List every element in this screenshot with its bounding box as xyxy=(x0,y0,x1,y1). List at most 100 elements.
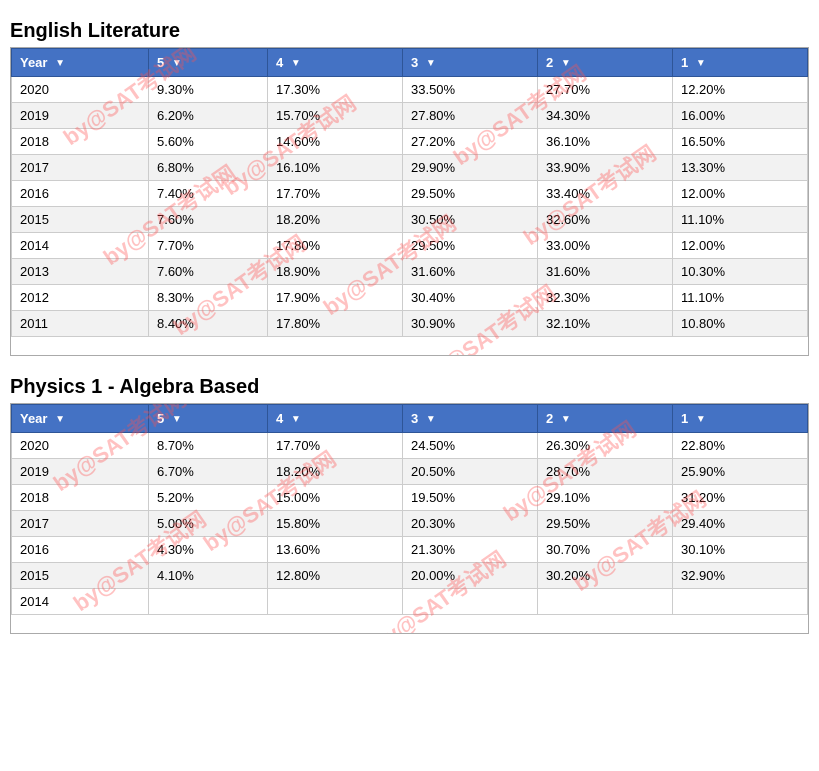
table-cell: 17.80% xyxy=(268,233,403,259)
4-filter-icon[interactable]: ▼ xyxy=(291,58,301,69)
table-cell: 31.60% xyxy=(537,259,672,285)
table-cell: 6.80% xyxy=(148,155,267,181)
table-cell: 12.00% xyxy=(672,181,807,207)
en-col-4[interactable]: 4 ▼ xyxy=(268,49,403,77)
table-cell: 18.20% xyxy=(268,207,403,233)
english-literature-section: English Literature by@SAT考试网 by@SAT考试网 b… xyxy=(10,20,809,356)
table-cell: 34.30% xyxy=(537,103,672,129)
table-cell: 17.90% xyxy=(268,285,403,311)
table-cell: 29.50% xyxy=(403,233,538,259)
table-row: 20208.70%17.70%24.50%26.30%22.80% xyxy=(12,433,808,459)
table-cell: 30.90% xyxy=(403,311,538,337)
table-cell: 30.50% xyxy=(403,207,538,233)
table-cell: 27.70% xyxy=(537,77,672,103)
table-cell: 26.30% xyxy=(537,433,672,459)
table-cell: 33.90% xyxy=(537,155,672,181)
table-cell: 21.30% xyxy=(403,537,538,563)
table-cell: 6.20% xyxy=(148,103,267,129)
3-filter-icon[interactable]: ▼ xyxy=(426,58,436,69)
table-cell: 11.10% xyxy=(672,207,807,233)
table-row: 20176.80%16.10%29.90%33.90%13.30% xyxy=(12,155,808,181)
ph-col-3[interactable]: 3 ▼ xyxy=(403,405,538,433)
physics-section: Physics 1 - Algebra Based by@SAT考试网 by@S… xyxy=(10,376,809,634)
table-row: 20154.10%12.80%20.00%30.20%32.90% xyxy=(12,563,808,589)
table-cell: 16.00% xyxy=(672,103,807,129)
2-filter-icon[interactable]: ▼ xyxy=(561,58,571,69)
table-cell: 7.60% xyxy=(148,207,267,233)
table-cell: 4.30% xyxy=(148,537,267,563)
english-header-row: Year ▼ 5 ▼ 4 ▼ 3 ▼ 2 ▼ 1 ▼ xyxy=(12,49,808,77)
english-literature-title: English Literature xyxy=(10,20,809,43)
en-col-3[interactable]: 3 ▼ xyxy=(403,49,538,77)
table-cell: 16.10% xyxy=(268,155,403,181)
table-row: 20185.60%14.60%27.20%36.10%16.50% xyxy=(12,129,808,155)
en-col-year[interactable]: Year ▼ xyxy=(12,49,149,77)
physics-title: Physics 1 - Algebra Based xyxy=(10,376,809,399)
ph-col-1[interactable]: 1 ▼ xyxy=(672,405,807,433)
table-cell: 2018 xyxy=(12,129,149,155)
table-cell: 18.20% xyxy=(268,459,403,485)
table-row: 20209.30%17.30%33.50%27.70%12.20% xyxy=(12,77,808,103)
table-cell: 29.50% xyxy=(537,511,672,537)
table-cell: 8.70% xyxy=(148,433,267,459)
table-cell: 36.10% xyxy=(537,129,672,155)
table-row: 20164.30%13.60%21.30%30.70%30.10% xyxy=(12,537,808,563)
table-cell: 7.70% xyxy=(148,233,267,259)
table-cell: 17.80% xyxy=(268,311,403,337)
table-cell: 13.30% xyxy=(672,155,807,181)
table-cell: 29.10% xyxy=(537,485,672,511)
ph-col-2[interactable]: 2 ▼ xyxy=(537,405,672,433)
ph-col-5[interactable]: 5 ▼ xyxy=(148,405,267,433)
table-row: 20157.60%18.20%30.50%32.60%11.10% xyxy=(12,207,808,233)
table-cell: 30.20% xyxy=(537,563,672,589)
ph-year-filter-icon[interactable]: ▼ xyxy=(55,414,65,425)
ph-3-filter-icon[interactable]: ▼ xyxy=(426,414,436,425)
table-cell: 13.60% xyxy=(268,537,403,563)
table-cell: 5.20% xyxy=(148,485,267,511)
ph-5-filter-icon[interactable]: ▼ xyxy=(172,414,182,425)
table-cell xyxy=(537,589,672,615)
table-cell: 5.00% xyxy=(148,511,267,537)
table-cell: 31.60% xyxy=(403,259,538,285)
table-cell xyxy=(268,589,403,615)
en-col-5[interactable]: 5 ▼ xyxy=(148,49,267,77)
table-cell: 12.20% xyxy=(672,77,807,103)
table-cell: 29.40% xyxy=(672,511,807,537)
ph-col-year[interactable]: Year ▼ xyxy=(12,405,149,433)
ph-1-filter-icon[interactable]: ▼ xyxy=(696,414,706,425)
table-row: 20147.70%17.80%29.50%33.00%12.00% xyxy=(12,233,808,259)
table-cell: 33.00% xyxy=(537,233,672,259)
ph-col-4[interactable]: 4 ▼ xyxy=(268,405,403,433)
5-filter-icon[interactable]: ▼ xyxy=(172,58,182,69)
ph-4-filter-icon[interactable]: ▼ xyxy=(291,414,301,425)
table-cell: 32.30% xyxy=(537,285,672,311)
table-cell: 25.90% xyxy=(672,459,807,485)
table-cell: 19.50% xyxy=(403,485,538,511)
table-row: 20167.40%17.70%29.50%33.40%12.00% xyxy=(12,181,808,207)
table-cell: 2019 xyxy=(12,103,149,129)
table-cell: 27.20% xyxy=(403,129,538,155)
table-cell: 15.00% xyxy=(268,485,403,511)
table-cell: 6.70% xyxy=(148,459,267,485)
table-cell: 20.30% xyxy=(403,511,538,537)
table-cell: 2011 xyxy=(12,311,149,337)
table-cell: 8.30% xyxy=(148,285,267,311)
table-row: 20128.30%17.90%30.40%32.30%11.10% xyxy=(12,285,808,311)
ph-2-filter-icon[interactable]: ▼ xyxy=(561,414,571,425)
table-cell: 17.70% xyxy=(268,181,403,207)
table-cell: 16.50% xyxy=(672,129,807,155)
table-cell: 17.70% xyxy=(268,433,403,459)
table-cell: 33.50% xyxy=(403,77,538,103)
table-cell: 2015 xyxy=(12,207,149,233)
table-cell: 2017 xyxy=(12,155,149,181)
1-filter-icon[interactable]: ▼ xyxy=(696,58,706,69)
year-filter-icon[interactable]: ▼ xyxy=(55,58,65,69)
table-cell: 8.40% xyxy=(148,311,267,337)
english-literature-table: Year ▼ 5 ▼ 4 ▼ 3 ▼ 2 ▼ 1 ▼ 20209.30%17.3… xyxy=(11,48,808,337)
table-cell: 9.30% xyxy=(148,77,267,103)
en-col-2[interactable]: 2 ▼ xyxy=(537,49,672,77)
table-cell: 30.70% xyxy=(537,537,672,563)
en-col-1[interactable]: 1 ▼ xyxy=(672,49,807,77)
physics-table: Year ▼ 5 ▼ 4 ▼ 3 ▼ 2 ▼ 1 ▼ 20208.70%17.7… xyxy=(11,404,808,615)
table-cell: 20.50% xyxy=(403,459,538,485)
